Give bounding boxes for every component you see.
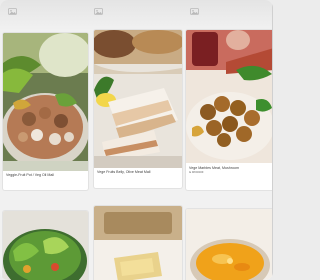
recipe-photo xyxy=(186,209,273,280)
recipe-card[interactable] xyxy=(186,209,273,280)
recipe-photo xyxy=(94,206,182,280)
recipe-photo xyxy=(186,30,273,163)
recipe-card[interactable]: Vege Fruits Belly, Olive Meat Mall xyxy=(94,30,182,188)
photo-icon[interactable] xyxy=(94,7,103,16)
photo-icon[interactable] xyxy=(8,7,17,16)
photo-icon[interactable] xyxy=(190,7,199,16)
recipe-photo xyxy=(94,30,182,168)
recipe-photo xyxy=(3,33,88,171)
top-bar xyxy=(0,0,273,30)
recipe-card[interactable] xyxy=(94,206,182,280)
screen-edge xyxy=(272,0,273,280)
recipe-title: Vege Fruits Belly, Olive Meat Mall xyxy=(97,170,151,174)
recipe-subtitle: & Broccoli xyxy=(189,171,204,174)
recipe-title: Vege Marbles Meat, Mushroom xyxy=(189,166,239,170)
recipe-card[interactable]: Veggie-Fruit Pot / Veg Oil Mall xyxy=(3,33,88,190)
device-screen: Veggie-Fruit Pot / Veg Oil Mall Vege Fru… xyxy=(0,0,273,280)
recipe-photo xyxy=(3,211,88,280)
recipe-title: Veggie-Fruit Pot / Veg Oil Mall xyxy=(6,173,54,177)
recipe-card[interactable] xyxy=(3,211,88,280)
recipe-card[interactable]: Vege Marbles Meat, Mushroom & Broccoli xyxy=(186,30,273,190)
